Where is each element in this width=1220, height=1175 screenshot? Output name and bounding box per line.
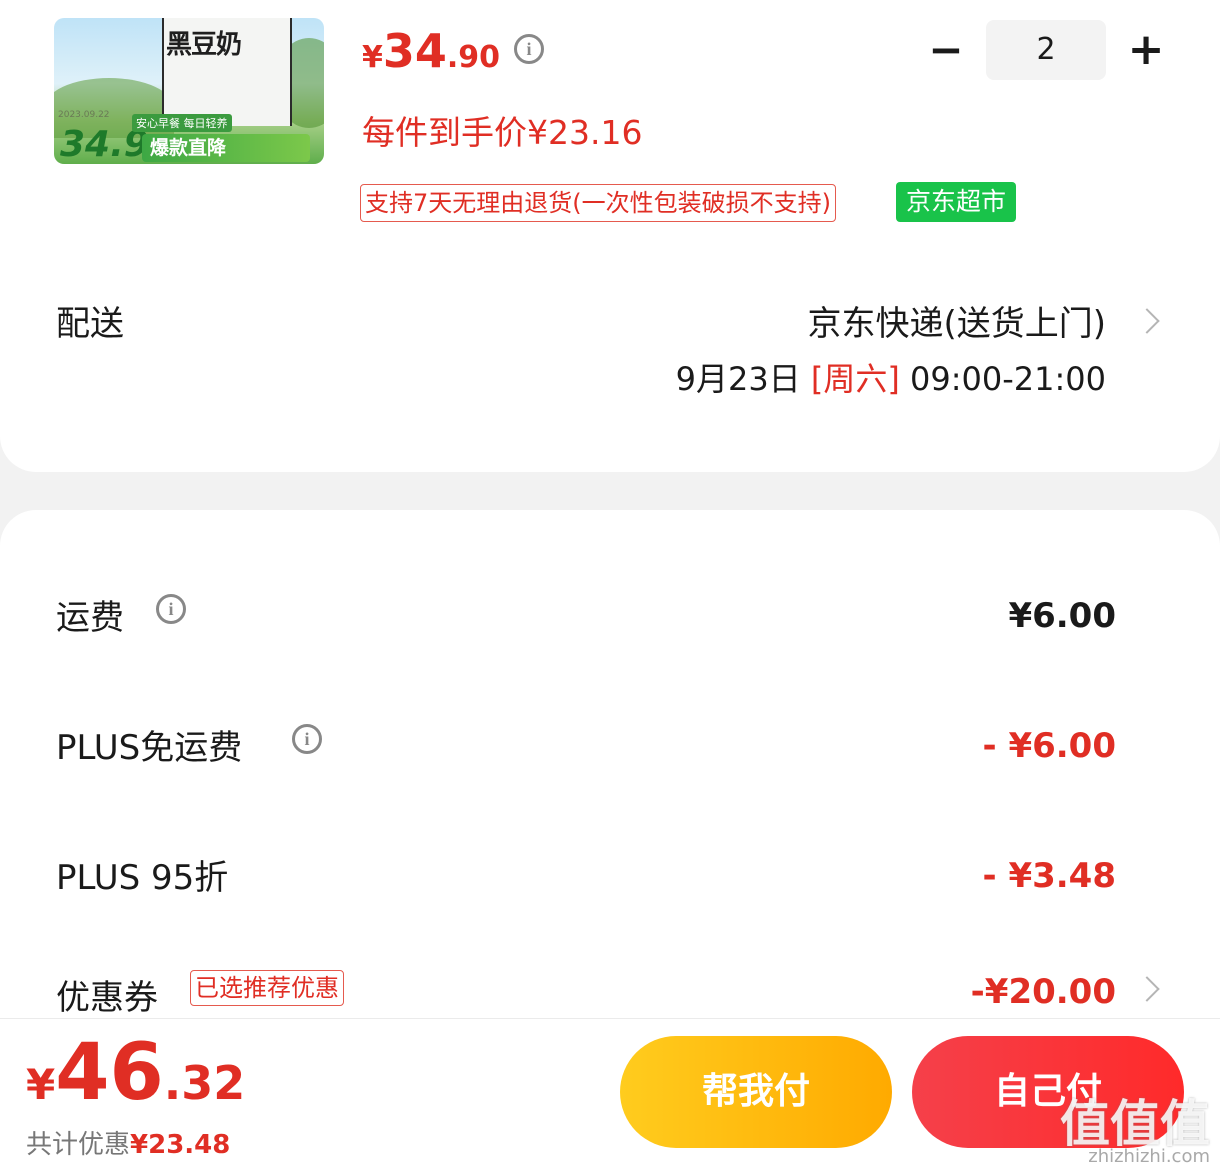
total-currency: ¥ <box>26 1060 56 1109</box>
price-integer: 34 <box>382 24 447 78</box>
delivery-label: 配送 <box>56 304 124 344</box>
delivery-method[interactable]: 京东快递(送货上门) <box>807 296 1106 345</box>
price-currency: ¥ <box>362 40 383 75</box>
quantity-increase-button[interactable]: + <box>1126 28 1166 72</box>
price-info-icon[interactable]: i <box>514 34 544 64</box>
shipping-fee-value: ¥6.00 <box>1008 596 1116 636</box>
plus-free-shipping-label: PLUS免运费 <box>56 728 243 768</box>
delivery-time[interactable]: 9月23日 [周六] 09:00-21:00 <box>676 354 1106 400</box>
product-image[interactable]: 黑豆奶 2023.09.22 34.9 安心早餐 每日轻养 爆款直降 <box>54 18 324 164</box>
fees-card <box>0 510 1220 1030</box>
return-policy-badge: 支持7天无理由退货(一次性包装破损不支持) <box>360 184 836 222</box>
total-decimal: .32 <box>163 1056 246 1110</box>
plus-shipping-info-icon[interactable]: i <box>292 724 322 754</box>
delivery-date: 9月23日 <box>675 360 801 398</box>
store-badge: 京东超市 <box>896 182 1017 222</box>
coupon-selected-badge: 已选推荐优惠 <box>190 970 344 1006</box>
product-price: ¥34.90 <box>362 24 500 78</box>
quantity-input[interactable]: 2 <box>986 20 1106 80</box>
promo-tag-big: 爆款直降 <box>142 134 310 162</box>
quantity-decrease-button[interactable]: − <box>928 29 964 71</box>
coupon-value[interactable]: -¥20.00 <box>971 972 1116 1012</box>
plus-free-shipping-value: - ¥6.00 <box>982 726 1117 766</box>
shipping-info-icon[interactable]: i <box>156 594 186 624</box>
delivery-time-range: 09:00-21:00 <box>910 360 1106 398</box>
watermark-url: zhizhizhi.com <box>1088 1146 1210 1167</box>
total-price: ¥46.32 <box>26 1028 245 1118</box>
savings-amount: ¥23.48 <box>130 1130 231 1160</box>
plus-discount-label: PLUS 95折 <box>56 858 229 898</box>
help-me-pay-button[interactable]: 帮我付 <box>620 1036 892 1148</box>
savings-label: 共计优惠 <box>26 1130 131 1160</box>
plus-discount-value: - ¥3.48 <box>982 856 1117 896</box>
delivery-weekday: [周六] <box>810 360 900 398</box>
shipping-fee-label: 运费 <box>56 598 124 638</box>
product-brand-text: 黑豆奶 <box>166 30 242 60</box>
promo-tag-small: 安心早餐 每日轻养 <box>132 114 232 132</box>
total-integer: 46 <box>55 1028 164 1118</box>
promo-date: 2023.09.22 <box>58 110 110 120</box>
price-decimal: .90 <box>446 40 501 75</box>
coupon-label: 优惠券 <box>56 978 158 1018</box>
total-savings[interactable]: 共计优惠¥23.48 <box>26 1124 230 1161</box>
per-item-price: 每件到手价¥23.16 <box>362 113 643 152</box>
